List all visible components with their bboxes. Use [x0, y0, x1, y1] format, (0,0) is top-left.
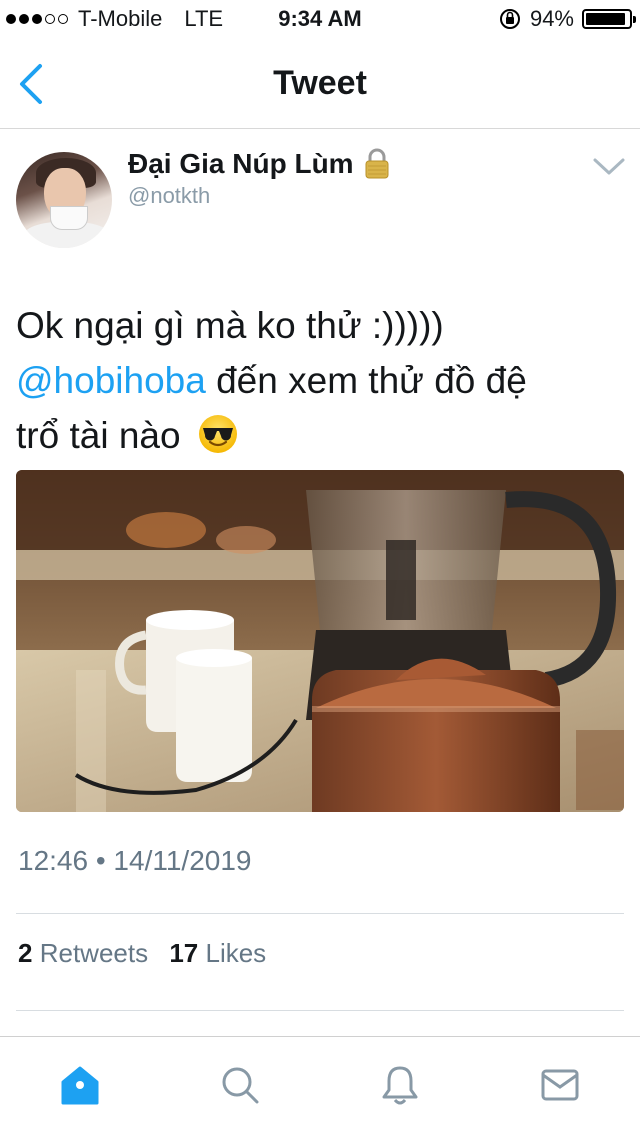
engagement-stats: 2 Retweets 17 Likes: [18, 938, 266, 969]
tweet-text: Ok ngại gì mà ko thử :))))) @hobihoba đế…: [16, 298, 626, 463]
author-name[interactable]: Đại Gia Núp Lùm: [128, 148, 354, 180]
battery-icon: [582, 9, 636, 29]
author-avatar[interactable]: [16, 152, 112, 248]
retweets-link[interactable]: 2 Retweets: [18, 938, 148, 968]
navigation-bar: Tweet: [0, 40, 640, 129]
author-handle[interactable]: @notkth: [128, 183, 210, 209]
tweet-timestamp: 12:46 • 14/11/2019: [18, 845, 252, 876]
messages-icon[interactable]: [538, 1063, 582, 1107]
tweet-line-2: @hobihoba đến xem thử đồ đệ: [16, 353, 626, 408]
tweet-line-3: trổ tài nào: [16, 408, 626, 463]
divider: [16, 1010, 624, 1011]
tweet-line-1: Ok ngại gì mà ko thử :))))): [16, 305, 444, 346]
lock-icon: [365, 148, 389, 179]
tweet-photo[interactable]: [16, 470, 624, 812]
status-bar: T-Mobile LTE 9:34 AM 94%: [0, 0, 640, 40]
divider: [16, 913, 624, 914]
page-title: Tweet: [273, 64, 367, 102]
likes-count: 17: [169, 938, 199, 968]
retweets-count: 2: [18, 938, 33, 968]
retweets-label: Retweets: [39, 938, 149, 968]
status-right: 94%: [498, 6, 636, 32]
chevron-down-icon[interactable]: [592, 156, 626, 178]
mention-link[interactable]: @hobihoba: [16, 360, 206, 401]
battery-percent: 94%: [529, 6, 574, 31]
likes-label: Likes: [205, 938, 267, 968]
tweet-line-2-text: đến xem thử đồ đệ: [205, 360, 527, 401]
sunglasses-emoji-icon: [198, 415, 237, 454]
search-icon[interactable]: [218, 1063, 262, 1107]
tab-bar: [0, 1036, 640, 1137]
notifications-icon[interactable]: [378, 1063, 422, 1107]
rotation-lock-icon: [499, 9, 520, 29]
likes-link[interactable]: 17 Likes: [169, 938, 266, 968]
tweet-line-3-text: trổ tài nào: [16, 415, 181, 456]
home-icon[interactable]: [58, 1063, 102, 1107]
author-name-row[interactable]: Đại Gia Núp Lùm: [128, 148, 392, 180]
